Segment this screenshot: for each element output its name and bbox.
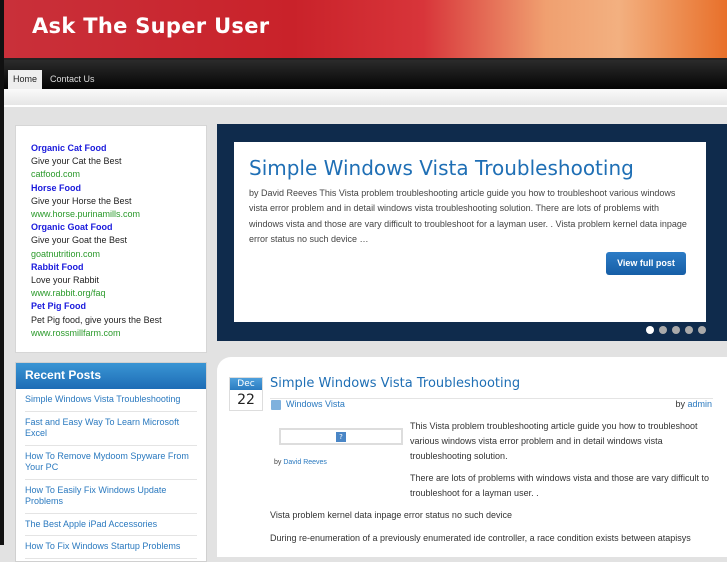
ad-title[interactable]: Pet Pig Food bbox=[31, 300, 206, 313]
ad-title[interactable]: Organic Goat Food bbox=[31, 221, 206, 234]
slider-dot[interactable] bbox=[672, 326, 680, 334]
post-month: Dec bbox=[230, 378, 262, 390]
main-nav: Home Contact Us bbox=[4, 60, 727, 89]
post-category[interactable]: Windows Vista bbox=[286, 399, 345, 409]
post-paragraph: Vista problem kernel data inpage error s… bbox=[270, 510, 512, 520]
ad-desc: Give your Goat the Best bbox=[31, 235, 128, 246]
ad-url[interactable]: www.rabbit.org/faq bbox=[31, 287, 206, 300]
slider-pagination bbox=[646, 326, 706, 334]
recent-posts-widget: Recent Posts Simple Windows Vista Troubl… bbox=[15, 362, 207, 562]
slider-dot[interactable] bbox=[698, 326, 706, 334]
post-byline: by admin bbox=[675, 399, 712, 409]
post-paragraph: During re-enumeration of a previously en… bbox=[270, 533, 691, 543]
slide: Simple Windows Vista Troubleshooting by … bbox=[234, 142, 706, 322]
ad-title[interactable]: Organic Cat Food bbox=[31, 142, 206, 155]
post-image: ? bbox=[279, 428, 403, 445]
ad-url[interactable]: goatnutrition.com bbox=[31, 248, 206, 261]
site-title[interactable]: Ask The Super User bbox=[32, 14, 269, 38]
ad-url[interactable]: www.horse.purinamills.com bbox=[31, 208, 206, 221]
slider-dot[interactable] bbox=[659, 326, 667, 334]
recent-post-link[interactable]: The Best Apple iPad Accessories bbox=[25, 514, 197, 536]
image-author[interactable]: David Reeves bbox=[283, 459, 327, 466]
ad-url[interactable]: catfood.com bbox=[31, 168, 206, 181]
ad-url[interactable]: www.rossmillfarm.com bbox=[31, 327, 206, 340]
recent-post-link[interactable]: Fast and Easy Way To Learn Microsoft Exc… bbox=[25, 412, 197, 446]
ad-title[interactable]: Horse Food bbox=[31, 182, 206, 195]
recent-post-link[interactable]: How To Easily Fix Windows Update Problem… bbox=[25, 480, 197, 514]
ad-desc: Give your Cat the Best bbox=[31, 156, 122, 167]
folder-icon bbox=[271, 400, 281, 410]
featured-slider: Simple Windows Vista Troubleshooting by … bbox=[217, 124, 727, 341]
site-header: Ask The Super User bbox=[4, 0, 727, 60]
slide-title[interactable]: Simple Windows Vista Troubleshooting bbox=[249, 156, 691, 180]
post-date-badge: Dec 22 bbox=[229, 377, 263, 411]
recent-post-link[interactable]: Simple Windows Vista Troubleshooting bbox=[25, 389, 197, 412]
post-title[interactable]: Simple Windows Vista Troubleshooting bbox=[270, 376, 520, 391]
post-day: 22 bbox=[237, 392, 255, 408]
post-author[interactable]: admin bbox=[687, 399, 712, 409]
recent-post-link[interactable]: How To Fix Windows Startup Problems bbox=[25, 536, 197, 559]
ad-desc: Love your Rabbit bbox=[31, 275, 100, 286]
post-paragraph: This Vista problem troubleshooting artic… bbox=[410, 421, 698, 461]
post-paragraph: There are lots of problems with windows … bbox=[410, 473, 709, 498]
slider-dot[interactable] bbox=[646, 326, 654, 334]
ad-widget: Organic Cat Food Give your Cat the Best ca… bbox=[15, 125, 207, 353]
post-article: Dec 22 Simple Windows Vista Troubleshoot… bbox=[217, 357, 727, 557]
ad-title[interactable]: Rabbit Food bbox=[31, 261, 206, 274]
ad-desc: Give your Horse the Best bbox=[31, 195, 132, 206]
by-label: by bbox=[675, 399, 685, 409]
ad-desc: Pet Pig food, give yours the Best bbox=[31, 314, 162, 325]
slider-dot[interactable] bbox=[685, 326, 693, 334]
nav-home[interactable]: Home bbox=[8, 70, 43, 89]
recent-post-link[interactable]: How To Remove Mydoom Spyware From Your P… bbox=[25, 446, 197, 480]
by-label: by bbox=[274, 459, 282, 466]
image-credit: by David Reeves bbox=[274, 459, 327, 466]
recent-posts-heading: Recent Posts bbox=[16, 363, 206, 389]
missing-image-icon: ? bbox=[336, 432, 346, 442]
slide-excerpt: by David Reeves This Vista problem troub… bbox=[249, 188, 687, 244]
sub-nav-strip bbox=[4, 89, 727, 107]
nav-contact-us[interactable]: Contact Us bbox=[45, 70, 100, 89]
view-full-post-button[interactable]: View full post bbox=[606, 252, 686, 275]
